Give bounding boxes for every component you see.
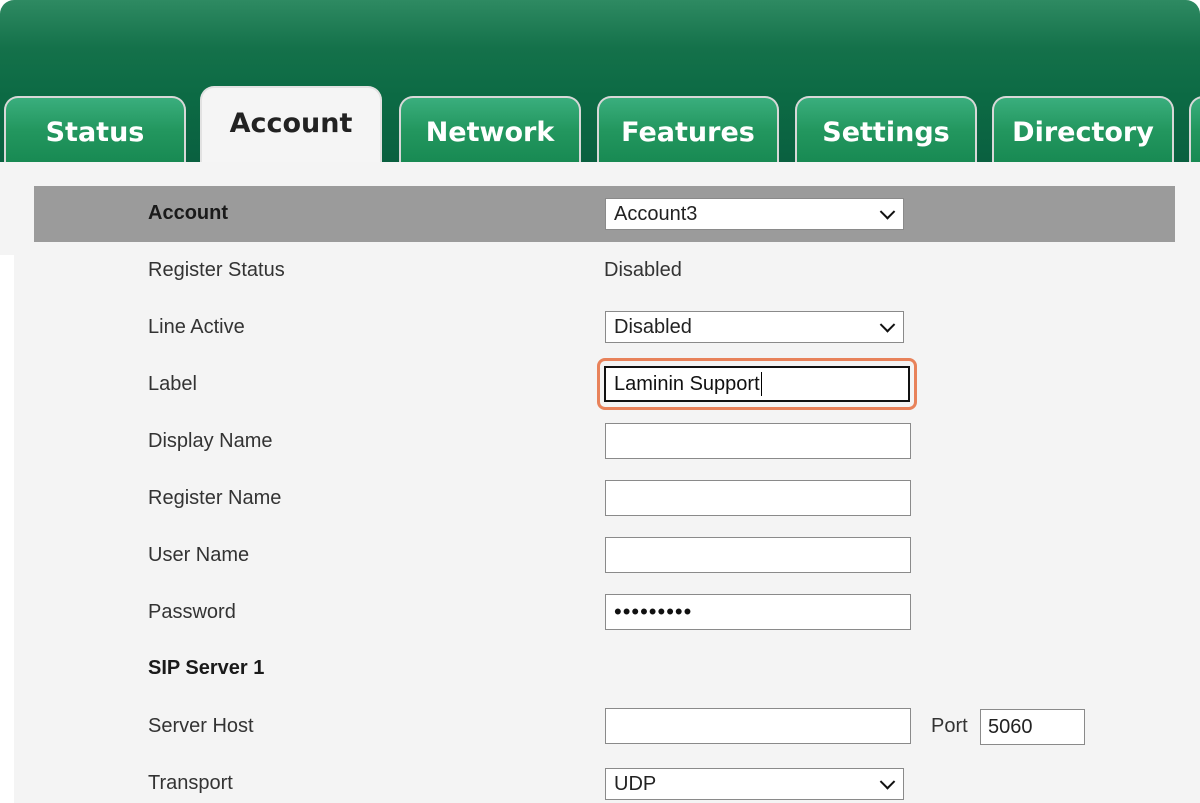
left-edge-strip [0, 255, 14, 803]
tab-label: Directory [1012, 116, 1154, 148]
text-caret [760, 372, 762, 396]
tab-status[interactable]: Status [4, 96, 186, 162]
account-select[interactable]: Account3 [605, 198, 904, 230]
tab-label: Features [621, 116, 755, 148]
transport-select-value: UDP [614, 772, 657, 795]
chevron-down-icon [879, 774, 896, 790]
register-name-label: Register Name [148, 487, 282, 509]
display-name-label: Display Name [148, 430, 273, 452]
tab-label: Network [425, 116, 555, 148]
display-name-input[interactable] [605, 423, 911, 459]
user-name-label: User Name [148, 544, 250, 566]
transport-select[interactable]: UDP [605, 768, 904, 800]
tab-features[interactable]: Features [597, 96, 779, 162]
user-name-input[interactable] [605, 537, 911, 573]
tab-overflow[interactable] [1189, 96, 1200, 162]
port-input-value: 5060 [988, 715, 1033, 738]
label-input[interactable]: Laminin Support [604, 366, 910, 402]
line-active-label: Line Active [148, 316, 245, 338]
label-field-label: Label [148, 373, 197, 395]
line-active-select[interactable]: Disabled [605, 311, 904, 343]
tab-label: Status [45, 116, 145, 148]
port-label: Port [931, 715, 968, 737]
account-label: Account [148, 202, 228, 224]
register-status-value: Disabled [604, 259, 682, 281]
tab-label: Settings [822, 116, 950, 148]
tab-label: Account [229, 108, 353, 139]
line-active-select-value: Disabled [614, 315, 692, 338]
tab-settings[interactable]: Settings [795, 96, 977, 162]
server-host-input[interactable] [605, 708, 911, 744]
password-input[interactable]: ••••••••• [605, 594, 911, 630]
register-name-input[interactable] [605, 480, 911, 516]
label-input-value: Laminin Support [614, 372, 760, 395]
chevron-down-icon [879, 317, 896, 333]
account-select-value: Account3 [614, 202, 698, 225]
register-status-label: Register Status [148, 259, 285, 281]
port-input[interactable]: 5060 [980, 709, 1085, 745]
tab-directory[interactable]: Directory [992, 96, 1174, 162]
server-host-label: Server Host [148, 715, 254, 737]
sip-server-heading: SIP Server 1 [148, 657, 265, 679]
transport-label: Transport [148, 772, 233, 794]
chevron-down-icon [879, 204, 896, 220]
password-label: Password [148, 601, 236, 623]
tab-account[interactable]: Account [200, 86, 382, 164]
tab-network[interactable]: Network [399, 96, 581, 162]
password-input-value: ••••••••• [614, 599, 693, 624]
